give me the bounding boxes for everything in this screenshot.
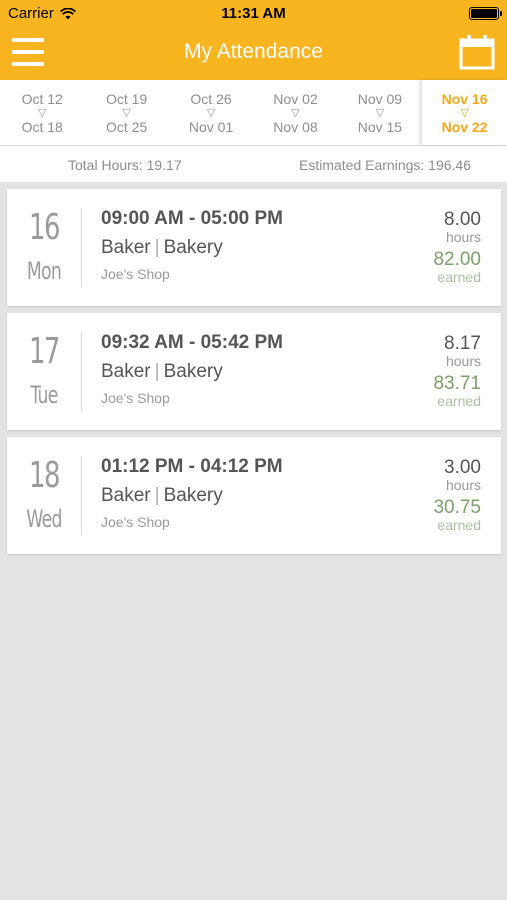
shift-location: Joe's Shop <box>101 514 170 530</box>
week-tab-nov02[interactable]: Nov 02 ▽ Nov 08 <box>253 80 337 145</box>
shift-location: Joe's Shop <box>101 266 170 282</box>
triangle-down-icon: ▽ <box>206 106 216 119</box>
day-number: 17 <box>28 331 61 372</box>
nav-bar: My Attendance <box>0 28 507 80</box>
status-time: 11:31 AM <box>221 5 286 22</box>
day-name: Tue <box>30 381 58 409</box>
week-start: Nov 02 <box>273 90 318 107</box>
shift-card[interactable]: 16 Mon 09:00 AM - 05:00 PM Baker | Bakery … <box>7 189 501 306</box>
week-tab-nov16-selected[interactable]: Nov 16 ▽ Nov 22 <box>422 80 507 145</box>
shift-location: Joe's Shop <box>101 390 170 406</box>
week-selector: Oct 12 ▽ Oct 18 Oct 19 ▽ Oct 25 Oct 26 ▽… <box>0 80 507 146</box>
shift-hours: 8.17 <box>444 333 481 354</box>
divider <box>81 332 82 411</box>
week-end: Oct 18 <box>21 118 63 135</box>
shift-earned: 83.71 <box>433 373 481 394</box>
week-end: Nov 22 <box>441 118 488 135</box>
hours-label: hours <box>445 229 481 245</box>
week-end: Nov 15 <box>357 118 403 135</box>
calendar-icon[interactable] <box>459 34 495 70</box>
week-start: Oct 26 <box>190 90 232 107</box>
triangle-down-icon: ▽ <box>375 106 385 119</box>
shift-date: 17 Tue <box>7 313 81 430</box>
shift-earned: 82.00 <box>433 249 481 270</box>
triangle-down-icon: ▽ <box>122 106 131 119</box>
page-title: My Attendance <box>184 40 323 63</box>
week-end: Nov 08 <box>273 118 318 135</box>
shift-role: Baker | Bakery <box>101 361 223 383</box>
shift-hours: 8.00 <box>444 209 481 230</box>
position: Baker <box>101 237 151 258</box>
department: Bakery <box>163 361 223 382</box>
summary-bar: Total Hours: 19.17 Estimated Earnings: 1… <box>0 146 507 182</box>
week-start: Nov 09 <box>357 90 403 107</box>
department: Bakery <box>163 237 223 258</box>
divider <box>81 208 82 287</box>
earned-label: earned <box>437 517 481 533</box>
separator: | <box>154 361 160 382</box>
shift-role: Baker | Bakery <box>101 485 223 507</box>
shift-hours: 3.00 <box>444 457 481 478</box>
week-end: Oct 25 <box>106 118 148 135</box>
shift-date: 16 Mon <box>7 189 81 306</box>
week-end: Nov 01 <box>188 118 234 135</box>
week-start: Nov 16 <box>441 90 488 107</box>
separator: | <box>154 237 160 258</box>
week-start: Oct 19 <box>106 90 148 107</box>
total-hours: Total Hours: 19.17 <box>68 157 182 173</box>
position: Baker <box>101 485 151 506</box>
estimated-earnings: Estimated Earnings: 196.46 <box>299 157 471 173</box>
header-bar: Carrier 11:31 AM My Attendance <box>0 0 507 80</box>
week-tab-oct26[interactable]: Oct 26 ▽ Nov 01 <box>169 80 253 145</box>
shift-time-range: 09:00 AM - 05:00 PM <box>101 208 283 229</box>
hours-label: hours <box>445 353 481 369</box>
shift-date: 18 Wed <box>7 437 81 554</box>
shift-earned: 30.75 <box>433 497 481 518</box>
battery-icon <box>469 7 502 20</box>
position: Baker <box>101 361 151 382</box>
triangle-down-icon: ▽ <box>460 106 469 119</box>
shift-role: Baker | Bakery <box>101 237 223 259</box>
week-tab-oct12[interactable]: Oct 12 ▽ Oct 18 <box>0 80 84 145</box>
divider <box>81 456 82 535</box>
day-number: 16 <box>28 207 61 248</box>
week-start: Oct 12 <box>21 90 63 107</box>
triangle-down-icon: ▽ <box>37 106 47 119</box>
shift-list: 16 Mon 09:00 AM - 05:00 PM Baker | Bakery … <box>7 189 501 561</box>
shift-time-range: 01:12 PM - 04:12 PM <box>101 456 283 477</box>
shift-card[interactable]: 18 Wed 01:12 PM - 04:12 PM Baker | Bakery … <box>7 437 501 554</box>
week-tab-oct19[interactable]: Oct 19 ▽ Oct 25 <box>84 80 168 145</box>
earned-label: earned <box>437 269 481 285</box>
day-number: 18 <box>28 455 61 496</box>
department: Bakery <box>163 485 223 506</box>
status-bar: Carrier 11:31 AM <box>0 0 507 28</box>
day-name: Mon <box>26 257 62 285</box>
shift-card[interactable]: 17 Tue 09:32 AM - 05:42 PM Baker | Bakery … <box>7 313 501 430</box>
separator: | <box>154 485 160 506</box>
shift-time-range: 09:32 AM - 05:42 PM <box>101 332 283 353</box>
earned-label: earned <box>437 393 481 409</box>
week-tab-nov09[interactable]: Nov 09 ▽ Nov 15 <box>338 80 422 145</box>
day-name: Wed <box>26 505 62 533</box>
triangle-down-icon: ▽ <box>291 106 300 119</box>
hours-label: hours <box>445 477 481 493</box>
